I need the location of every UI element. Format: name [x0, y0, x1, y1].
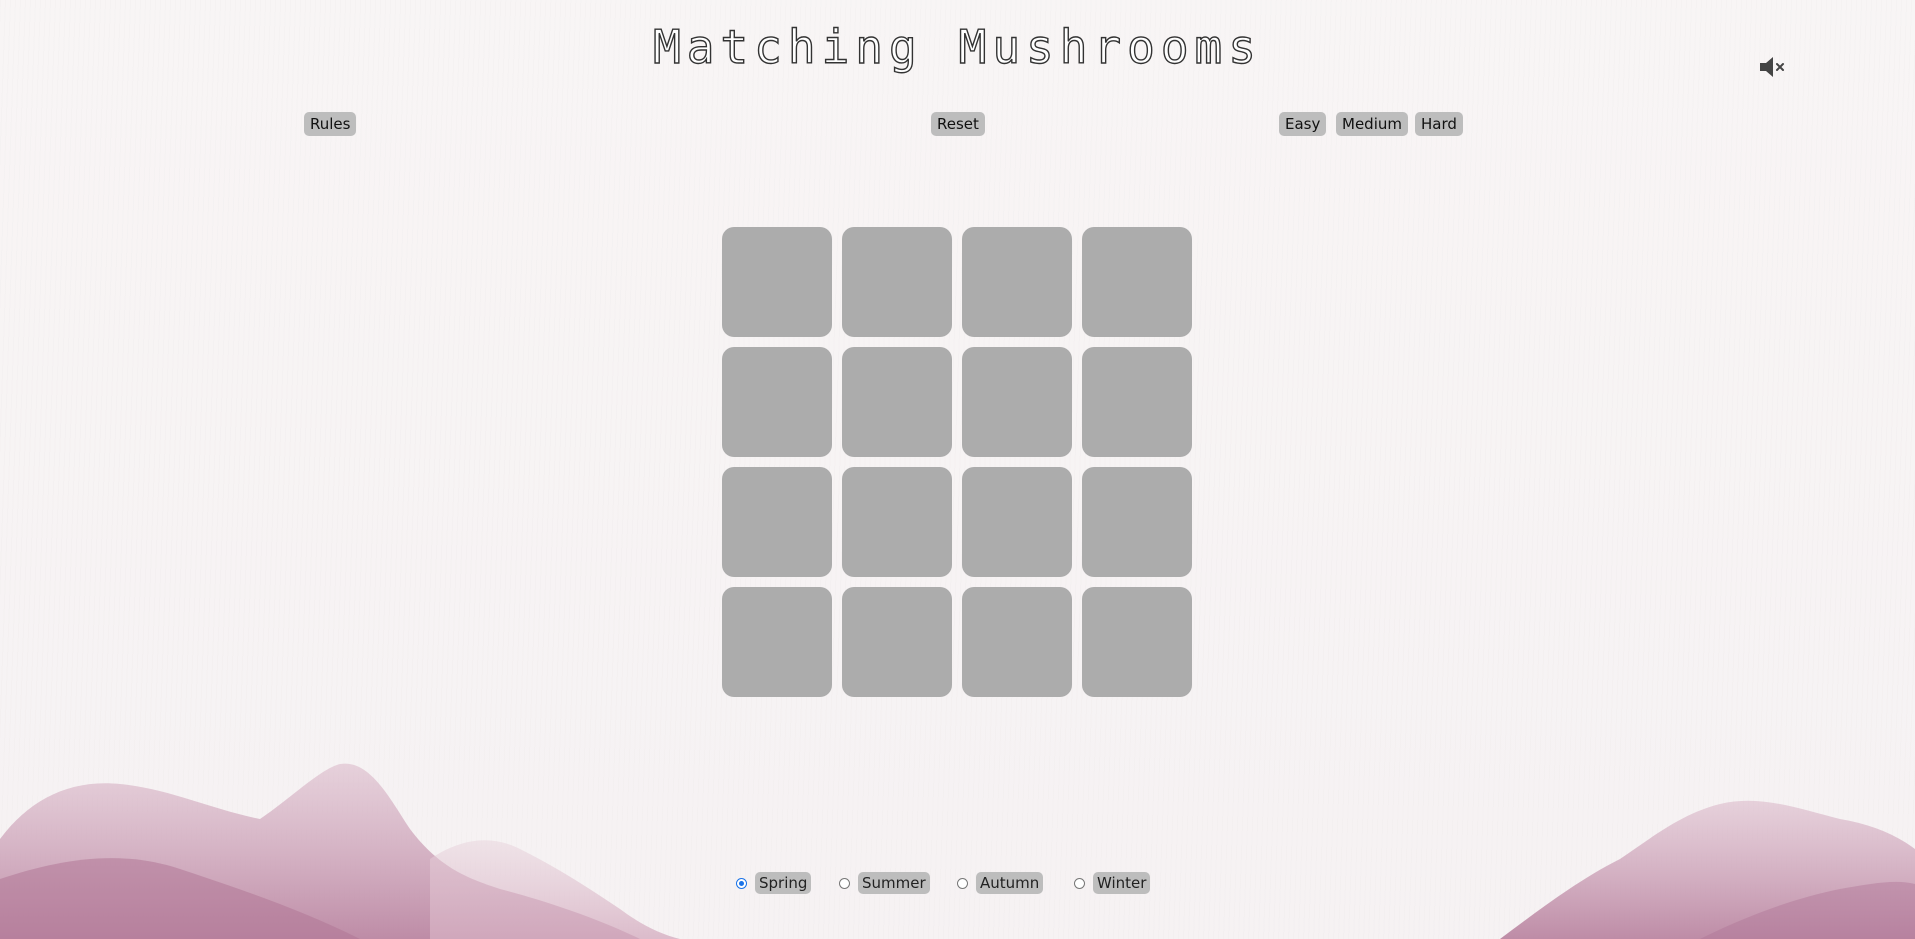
page-title: Matching Mushrooms	[0, 19, 1915, 74]
season-option-autumn[interactable]: Autumn	[957, 872, 1044, 894]
rules-button[interactable]: Rules	[304, 112, 357, 136]
card[interactable]	[722, 587, 832, 697]
card[interactable]	[722, 467, 832, 577]
card[interactable]	[722, 347, 832, 457]
card[interactable]	[1082, 467, 1192, 577]
card-grid	[722, 227, 1192, 697]
season-option-spring[interactable]: Spring	[736, 872, 812, 894]
medium-button[interactable]: Medium	[1336, 112, 1408, 136]
card[interactable]	[1082, 347, 1192, 457]
mountain-decoration	[0, 763, 1915, 939]
reset-button[interactable]: Reset	[931, 112, 985, 136]
card[interactable]	[962, 347, 1072, 457]
card[interactable]	[962, 227, 1072, 337]
card[interactable]	[842, 467, 952, 577]
autumn-radio[interactable]	[957, 877, 968, 889]
title-word-1: Matching	[652, 19, 923, 74]
season-label-autumn: Autumn	[976, 872, 1044, 894]
summer-radio[interactable]	[839, 877, 850, 889]
hard-button[interactable]: Hard	[1415, 112, 1463, 136]
season-label-summer: Summer	[858, 872, 930, 894]
season-option-winter[interactable]: Winter	[1074, 872, 1151, 894]
card[interactable]	[962, 467, 1072, 577]
season-label-spring: Spring	[755, 872, 812, 894]
card[interactable]	[962, 587, 1072, 697]
speaker-muted-icon[interactable]	[1758, 54, 1788, 80]
winter-radio[interactable]	[1074, 877, 1085, 889]
title-word-2: Mushrooms	[958, 19, 1262, 74]
season-label-winter: Winter	[1093, 872, 1151, 894]
card[interactable]	[842, 347, 952, 457]
card[interactable]	[1082, 587, 1192, 697]
season-option-summer[interactable]: Summer	[839, 872, 930, 894]
card[interactable]	[842, 227, 952, 337]
card[interactable]	[722, 227, 832, 337]
card[interactable]	[842, 587, 952, 697]
card[interactable]	[1082, 227, 1192, 337]
spring-radio[interactable]	[736, 877, 747, 889]
easy-button[interactable]: Easy	[1279, 112, 1327, 136]
